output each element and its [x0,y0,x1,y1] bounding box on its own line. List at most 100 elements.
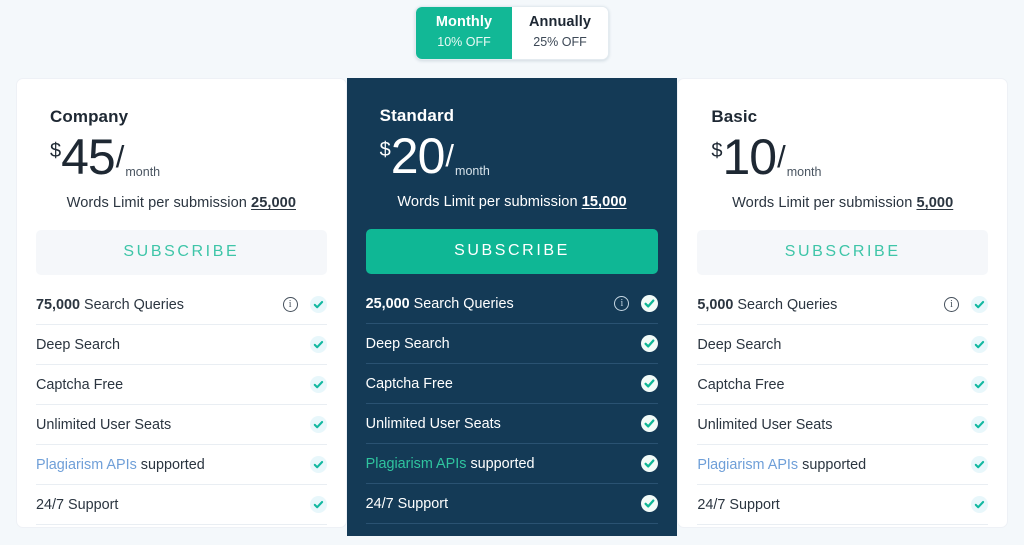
feature-text: Search Queries [409,295,514,312]
feature-text: Unlimited User Seats [36,416,172,433]
toggle-option-annually-discount: 25% OFF [533,35,587,49]
price-period: month [125,165,161,179]
feature-text: Captcha Free [36,376,124,393]
feature-row: Captcha Free [36,365,327,405]
toggle-option-annually[interactable]: Annually 25% OFF [512,7,608,59]
feature-label: 25,000 Search Queries [366,296,601,312]
feature-row: 5,000 Search Queries i [697,285,989,325]
check-icon [641,455,659,472]
feature-text: supported [798,456,867,473]
toggle-option-monthly-discount: 10% OFF [437,35,491,49]
subscribe-button[interactable]: SUBSCRIBE [697,230,989,275]
words-limit-value: 5,000 [916,195,954,211]
feature-row: Deep Search [697,325,989,365]
feature-text: Unlimited User Seats [365,415,501,432]
feature-row: 24/7 Support [365,484,659,524]
feature-label: Deep Search [36,337,302,353]
check-icon [641,495,659,512]
feature-label-wrap: 25,000 Search Queries i [366,296,634,312]
feature-row: Unlimited User Seats [697,405,989,445]
feature-list: 75,000 Search Queries i Deep Search Captcha… [36,285,327,525]
check-icon [971,416,989,433]
check-icon [971,296,989,313]
feature-link[interactable]: Plagiarism APIs [366,456,467,472]
feature-label: Captcha Free [697,377,963,393]
check-icon [971,456,989,473]
feature-count: 5,000 [697,296,734,313]
words-limit: Words Limit per submission 5,000 [697,195,988,211]
feature-label: 24/7 Support [36,497,302,513]
info-icon[interactable]: i [614,296,630,311]
price-currency: $ [711,140,723,162]
words-limit: Words Limit per submission 15,000 [366,194,659,210]
feature-row: Unlimited User Seats [36,405,327,445]
feature-label: 75,000 Search Queries [36,297,269,313]
plan-name: Basic [711,107,758,126]
feature-text: 24/7 Support [365,495,449,512]
feature-list: 5,000 Search Queries i Deep Search Captcha … [697,285,989,525]
feature-label: Deep Search [697,337,963,353]
feature-label: 24/7 Support [366,496,634,512]
words-limit-value: 25,000 [251,195,296,211]
pricing-card-basic: Basic $10/month Words Limit per submission… [677,78,1009,528]
price-slash: / [115,139,125,174]
subscribe-button[interactable]: SUBSCRIBE [365,229,659,274]
feature-text: Search Queries [80,296,184,313]
info-icon[interactable]: i [282,297,298,312]
feature-row: Captcha Free [365,364,659,404]
info-icon[interactable]: i [944,297,960,312]
pricing-cards-row: Company $45/month Words Limit per submissi… [16,78,1009,536]
price-amount: 45 [61,129,116,185]
price-currency: $ [50,140,62,162]
check-icon [309,456,327,473]
billing-period-toggle: Monthly 10% OFF Annually 25% OFF [0,6,1024,60]
feature-label: Captcha Free [36,377,302,393]
feature-row: Plagiarism APIs supported [365,444,659,484]
feature-count: 75,000 [36,296,81,313]
check-icon [641,415,659,432]
check-icon [641,295,659,312]
feature-label: Deep Search [366,336,634,352]
feature-text: supported [466,455,535,472]
pricing-card-standard: Standard $20/month Words Limit per submiss… [346,78,678,536]
feature-label-wrap: 75,000 Search Queries i [36,297,302,313]
feature-row: Deep Search [365,324,659,364]
plan-price: $20/month [380,130,659,186]
check-icon [309,296,327,313]
feature-link[interactable]: Plagiarism APIs [36,457,137,473]
plan-price: $10/month [711,131,988,187]
plan-name: Standard [379,106,455,125]
words-limit-label: Words Limit per submission [732,195,913,211]
feature-row: 25,000 Search Queries i [365,284,659,324]
feature-row: Plagiarism APIs supported [697,445,989,485]
price-slash: / [445,138,455,173]
feature-row: Captcha Free [697,365,989,405]
feature-label: Plagiarism APIs supported [697,457,963,473]
feature-text: 24/7 Support [697,496,780,513]
price-amount: 20 [390,128,446,184]
feature-count: 25,000 [365,295,410,312]
toggle-option-monthly[interactable]: Monthly 10% OFF [416,7,512,59]
check-icon [971,376,989,393]
toggle-option-monthly-label: Monthly [435,14,493,30]
feature-text: Deep Search [36,336,120,353]
feature-text: Unlimited User Seats [697,416,833,433]
check-icon [309,496,327,513]
check-icon [641,375,659,392]
words-limit-label: Words Limit per submission [397,194,578,210]
price-currency: $ [379,139,391,161]
feature-link[interactable]: Plagiarism APIs [697,457,798,473]
feature-label-wrap: 5,000 Search Queries i [697,297,963,313]
words-limit-value: 15,000 [581,194,627,210]
toggle-group: Monthly 10% OFF Annually 25% OFF [415,6,609,60]
subscribe-button[interactable]: SUBSCRIBE [36,230,327,275]
feature-label: Plagiarism APIs supported [366,456,634,472]
check-icon [971,336,989,353]
price-period: month [455,164,490,178]
feature-text: Captcha Free [697,376,785,393]
check-icon [309,416,327,433]
price-slash: / [777,139,786,174]
words-limit: Words Limit per submission 25,000 [36,195,327,211]
feature-row: 24/7 Support [697,485,989,525]
feature-text: Deep Search [365,335,450,352]
